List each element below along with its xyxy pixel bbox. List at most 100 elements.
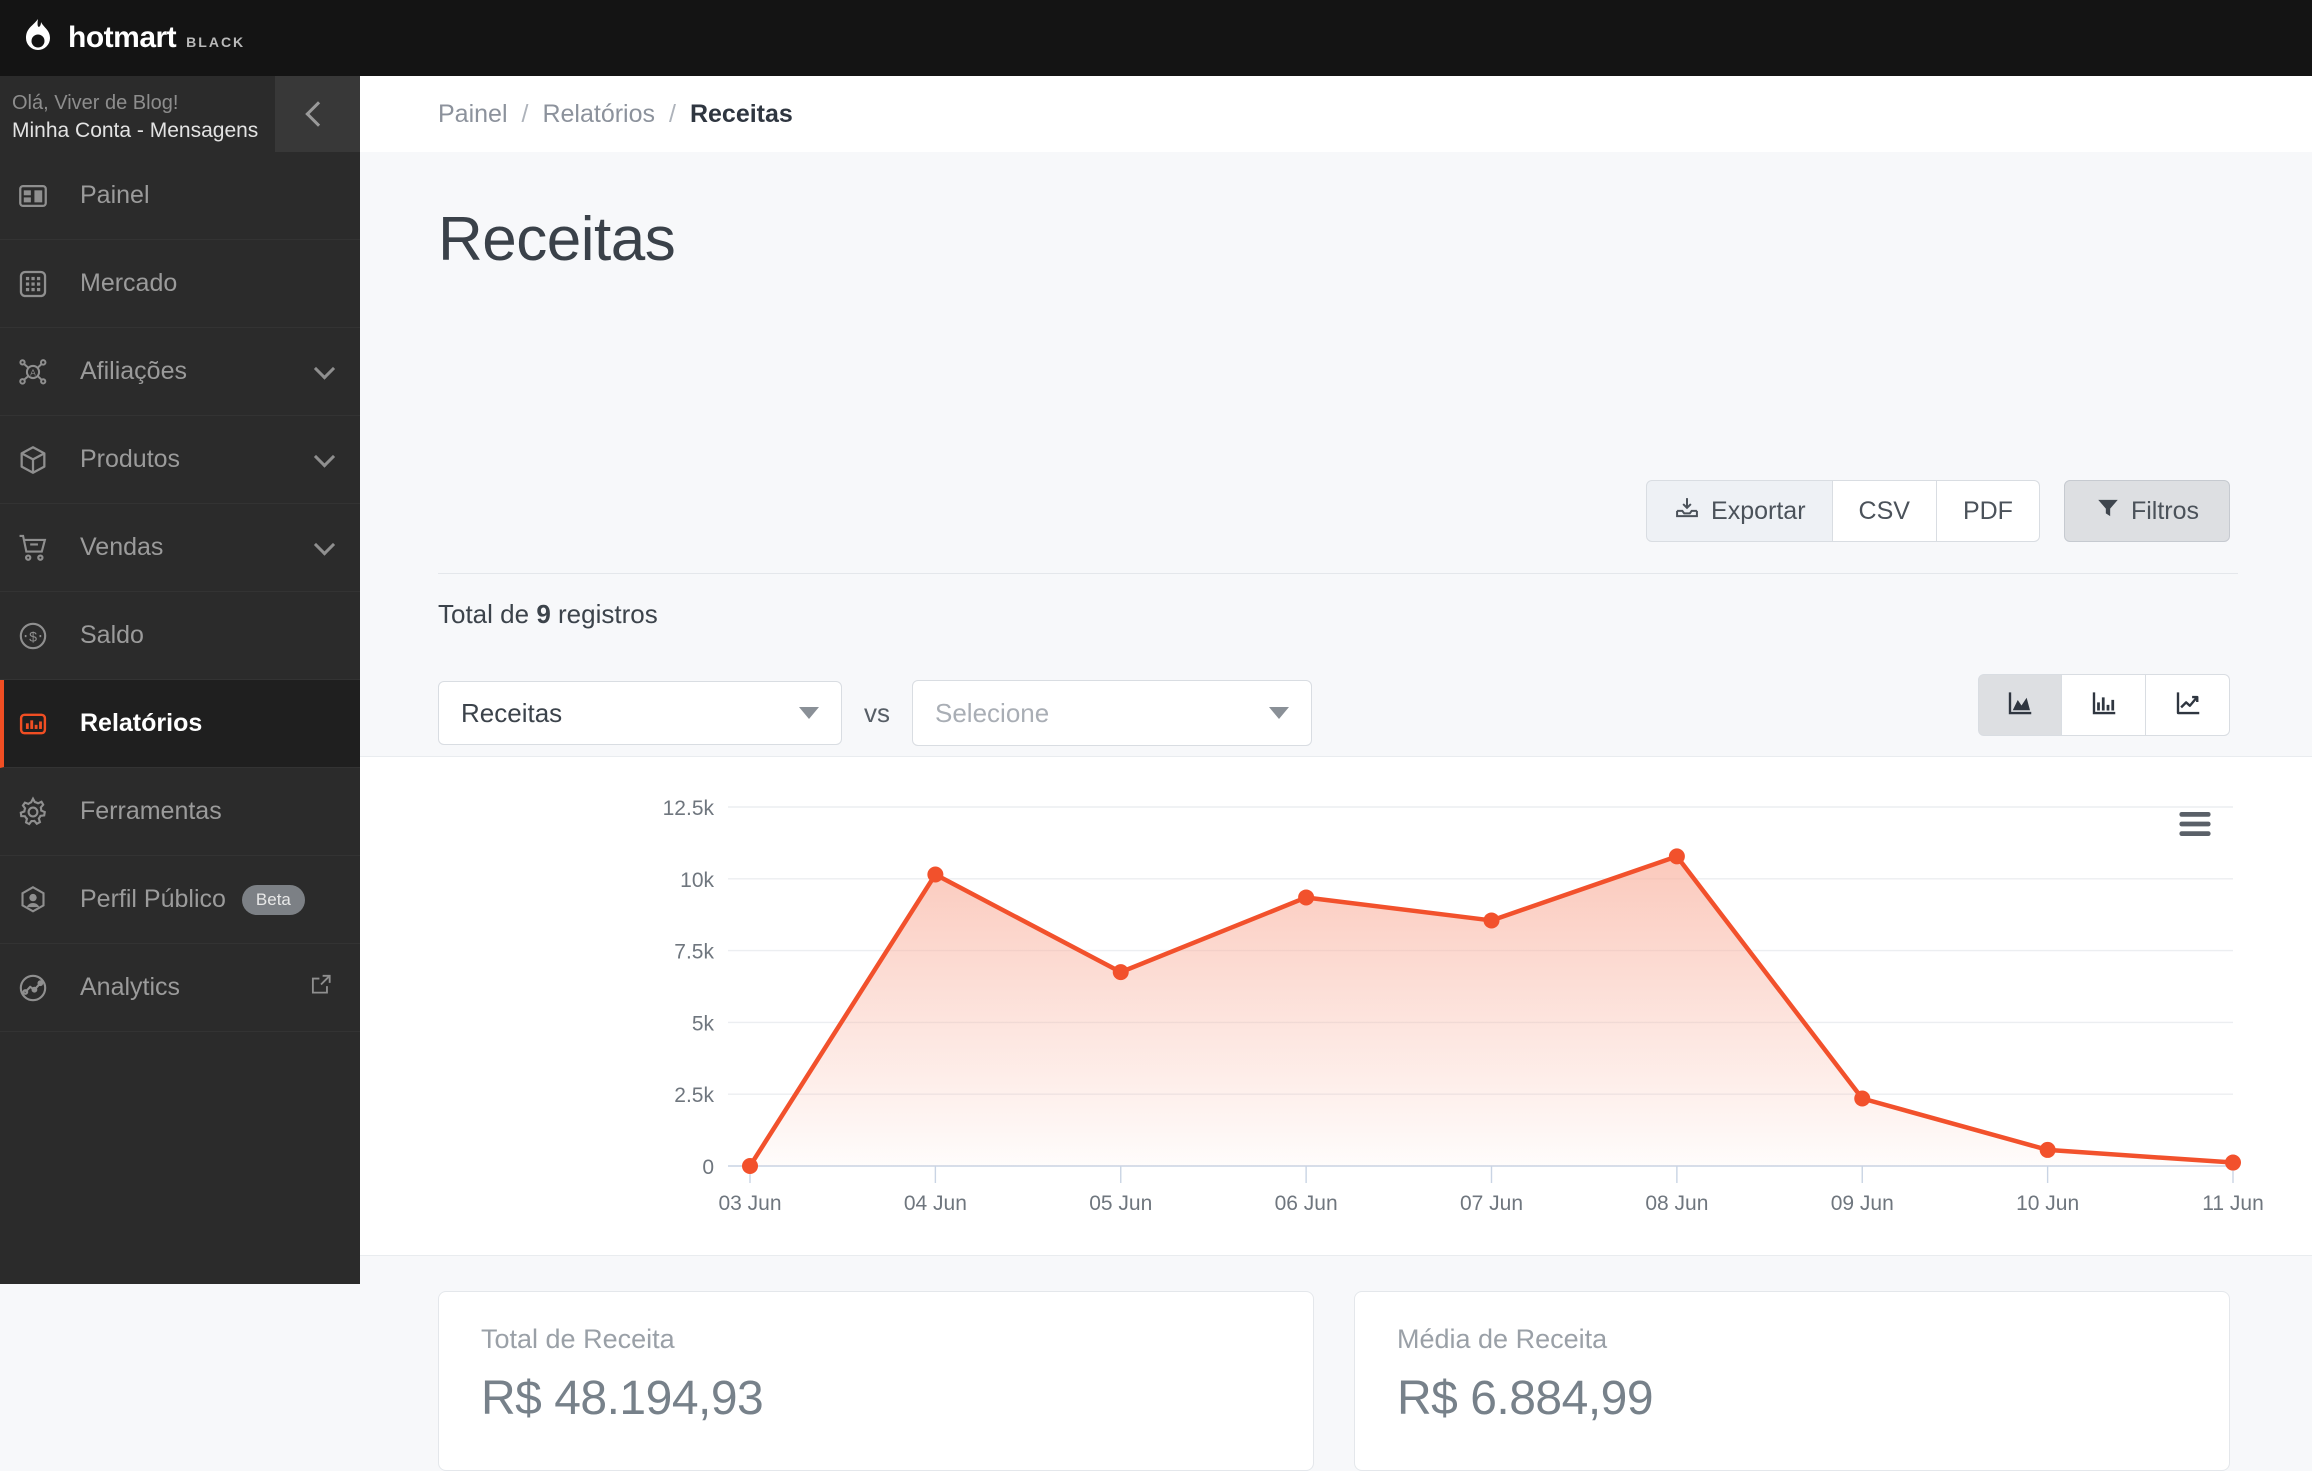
report-toolbar: Exportar CSV PDF Filtros (1646, 480, 2230, 542)
export-button-label: Exportar (1711, 496, 1806, 525)
svg-text:10k: 10k (680, 869, 714, 892)
sidebar-collapse-button[interactable] (275, 76, 360, 152)
sidebar-item-label: Analytics (80, 973, 181, 1001)
sidebar-item-painel[interactable]: Painel (0, 152, 360, 240)
brand-tier: BLACK (186, 33, 246, 50)
brand-logo[interactable]: hotmart BLACK (0, 18, 245, 58)
total-revenue-card: Total de Receita R$ 48.194,93 (438, 1291, 1314, 1471)
breadcrumb-separator: / (521, 99, 529, 128)
page-title: Receitas (438, 205, 676, 274)
sidebar-item-relatorios[interactable]: Relatórios (0, 680, 360, 768)
total-records-text: Total de 9 registros (438, 599, 658, 630)
svg-text:07 Jun: 07 Jun (1460, 1192, 1523, 1215)
secondary-metric-select[interactable]: Selecione (912, 680, 1312, 746)
line-chart-icon (2173, 688, 2203, 723)
sidebar-item-afiliacoes[interactable]: A Afiliações (0, 328, 360, 416)
breadcrumb-painel[interactable]: Painel (438, 100, 508, 129)
chevron-down-icon (313, 357, 336, 380)
dashboard-icon (16, 179, 68, 213)
sidebar: Olá, Viver de Blog! Minha Conta - Mensag… (0, 76, 360, 1284)
dollar-circle-icon: $ (16, 619, 68, 653)
filters-button[interactable]: Filtros (2063, 480, 2230, 542)
sidebar-item-saldo[interactable]: $ Saldo (0, 592, 360, 680)
breadcrumb-separator: / (669, 99, 676, 128)
hamburger-menu-icon[interactable] (2178, 811, 2212, 842)
svg-text:04 Jun: 04 Jun (904, 1192, 967, 1215)
area-chart-toggle[interactable] (1978, 674, 2062, 736)
sidebar-item-perfil-publico[interactable]: Perfil Público Beta (0, 856, 360, 944)
gear-icon (16, 795, 68, 829)
secondary-metric-placeholder: Selecione (935, 697, 1050, 728)
sidebar-item-label: Ferramentas (80, 797, 222, 825)
csv-button[interactable]: CSV (1832, 480, 1937, 542)
total-suffix: registros (558, 599, 658, 629)
csv-button-label: CSV (1858, 496, 1910, 525)
sidebar-item-mercado[interactable]: Mercado (0, 240, 360, 328)
export-button[interactable]: Exportar (1646, 480, 1833, 542)
bar-chart-icon (16, 707, 68, 741)
svg-text:$: $ (29, 629, 37, 645)
bar-chart-toggle[interactable] (2062, 674, 2146, 736)
beta-badge: Beta (241, 884, 305, 915)
svg-text:03 Jun: 03 Jun (718, 1192, 781, 1215)
svg-text:2.5k: 2.5k (674, 1084, 714, 1107)
sidebar-item-label: Afiliações (80, 357, 187, 385)
summary-cards: Total de Receita R$ 48.194,93 Média de R… (438, 1291, 2230, 1471)
svg-text:A: A (30, 367, 36, 377)
revenue-area-chart: 0 2.5k 5k 7.5k 10k 12.5k 03 Jun 04 Jun 05 Jun 06 … (663, 797, 2264, 1215)
sidebar-item-label: Relatórios (80, 709, 203, 737)
chevron-left-icon (304, 101, 331, 127)
card-value: R$ 48.194,93 (481, 1372, 764, 1425)
flame-icon (18, 18, 58, 58)
chevron-down-icon (799, 707, 819, 719)
svg-text:09 Jun: 09 Jun (1831, 1192, 1894, 1215)
external-link-icon (308, 971, 334, 1004)
primary-metric-value: Receitas (461, 697, 563, 728)
total-prefix: Total de (438, 599, 530, 629)
line-chart-toggle[interactable] (2146, 674, 2230, 736)
pdf-button[interactable]: PDF (1936, 480, 2040, 542)
svg-text:11 Jun: 11 Jun (2202, 1192, 2264, 1215)
svg-text:7.5k: 7.5k (674, 941, 714, 964)
box-icon (16, 443, 68, 477)
sidebar-item-analytics[interactable]: Analytics (0, 944, 360, 1032)
affiliate-network-icon: A (16, 355, 68, 389)
funnel-icon (2095, 495, 2121, 528)
shopping-cart-icon (16, 531, 68, 565)
total-count: 9 (536, 599, 551, 629)
sidebar-item-label: Produtos (80, 445, 181, 473)
breadcrumb-current: Receitas (689, 99, 793, 128)
sidebar-item-ferramentas[interactable]: Ferramentas (0, 768, 360, 856)
svg-text:08 Jun: 08 Jun (1645, 1192, 1708, 1215)
chevron-down-icon (1269, 707, 1289, 719)
area-chart-icon (2005, 688, 2035, 723)
chevron-down-icon (313, 445, 336, 468)
sidebar-greeting-block: Olá, Viver de Blog! Minha Conta - Mensag… (0, 76, 360, 152)
card-label: Total de Receita (481, 1324, 675, 1354)
sidebar-item-produtos[interactable]: Produtos (0, 416, 360, 504)
breadcrumb: Painel / Relatórios / Receitas (360, 76, 2312, 152)
pdf-button-label: PDF (1962, 496, 2013, 525)
page-content: Receitas Exportar CSV PDF Filtros Total … (360, 152, 2312, 1471)
user-circle-icon (16, 883, 68, 917)
svg-text:05 Jun: 05 Jun (1089, 1192, 1152, 1215)
breadcrumb-relatorios[interactable]: Relatórios (542, 100, 655, 129)
grid-icon (16, 267, 68, 301)
sidebar-item-label: Painel (80, 181, 150, 209)
average-revenue-card: Média de Receita R$ 6.884,99 (1354, 1291, 2230, 1471)
svg-text:0: 0 (702, 1156, 714, 1179)
svg-text:5k: 5k (692, 1012, 715, 1035)
sidebar-item-vendas[interactable]: Vendas (0, 504, 360, 592)
primary-metric-select[interactable]: Receitas (438, 681, 842, 745)
metric-select-row: Receitas vs Selecione (438, 680, 1312, 746)
brand-name: hotmart (68, 21, 177, 54)
sidebar-item-label: Vendas (80, 533, 164, 561)
toolbar-divider (438, 573, 2238, 574)
card-label: Média de Receita (1397, 1324, 1608, 1354)
svg-text:12.5k: 12.5k (663, 797, 715, 820)
top-bar: hotmart BLACK (0, 0, 2312, 76)
chevron-down-icon (313, 533, 336, 556)
export-icon (1673, 494, 1701, 529)
analytics-icon (16, 971, 68, 1005)
filters-button-label: Filtros (2130, 496, 2199, 525)
